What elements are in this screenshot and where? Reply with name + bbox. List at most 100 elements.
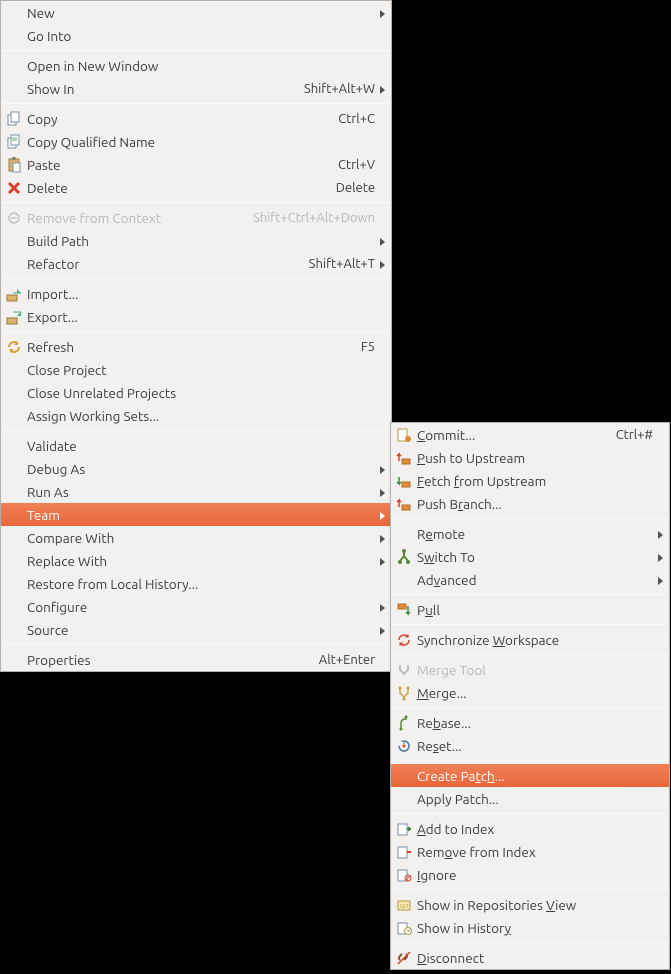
reset-icon [395,737,413,755]
menu-item-label: Add to Index [417,821,653,837]
menu-item-compare-with[interactable]: Compare With [1,526,391,549]
team-item-rebase[interactable]: Rebase... [391,711,669,734]
menu-item-assign-working-sets[interactable]: Assign Working Sets... [1,404,391,427]
team-item-ignore[interactable]: Ignore [391,863,669,886]
blank-icon [5,651,23,669]
submenu-arrow-icon [375,530,385,546]
menu-item-build-path[interactable]: Build Path [1,229,391,252]
menu-item-import[interactable]: Import... [1,282,391,305]
team-item-show-repo-view[interactable]: GITShow in Repositories View [391,893,669,916]
menu-item-open-new-window[interactable]: Open in New Window [1,54,391,77]
menu-item-configure[interactable]: Configure [1,595,391,618]
team-item-add-index[interactable]: Add to Index [391,817,669,840]
submenu-arrow-icon [375,599,385,615]
separator [392,624,668,625]
copy-icon [5,110,23,128]
menu-item-label: Show in History [417,920,653,936]
menu-item-replace-with[interactable]: Replace With [1,549,391,572]
menu-item-label: Push Branch... [417,496,653,512]
menu-item-label: Push to Upstream [417,450,653,466]
submenu-arrow-icon [653,549,663,565]
menu-item-paste[interactable]: PasteCtrl+V [1,153,391,176]
team-item-sync-workspace[interactable]: Synchronize Workspace [391,628,669,651]
submenu-arrow-icon [653,572,663,588]
menu-item-label: New [27,5,375,21]
menu-item-go-into[interactable]: Go Into [1,24,391,47]
menu-item-label: Source [27,622,375,638]
menu-item-label: Compare With [27,530,375,546]
menu-item-label: Disconnect [417,950,653,966]
menu-item-label: Create Patch... [417,768,653,784]
submenu-arrow-icon [375,5,385,21]
menu-item-label: Remote [417,526,653,542]
submenu-arrow-icon [375,484,385,500]
separator [392,654,668,655]
team-item-remove-index[interactable]: Remove from Index [391,840,669,863]
commit-icon [395,426,413,444]
blank-icon [395,525,413,543]
menu-item-refactor[interactable]: RefactorShift+Alt+T [1,252,391,275]
team-item-push-upstream[interactable]: Push to Upstream [391,446,669,469]
submenu-arrow-icon [653,526,663,542]
delete-icon [5,179,23,197]
separator [2,430,390,431]
accelerator: Delete [336,181,375,195]
menu-item-label: Pull [417,602,653,618]
menu-item-debug-as[interactable]: Debug As [1,457,391,480]
sync-icon [395,631,413,649]
separator [392,518,668,519]
separator [392,942,668,943]
menu-item-refresh[interactable]: RefreshF5 [1,335,391,358]
team-item-disconnect[interactable]: Disconnect [391,946,669,969]
remove-context-icon [5,209,23,227]
menu-item-restore-local[interactable]: Restore from Local History... [1,572,391,595]
menu-item-label: Merge... [417,685,653,701]
team-item-push-branch[interactable]: Push Branch... [391,492,669,515]
team-item-advanced[interactable]: Advanced [391,568,669,591]
blank-icon [5,529,23,547]
team-item-apply-patch[interactable]: Apply Patch... [391,787,669,810]
menu-item-delete[interactable]: Delete Delete [1,176,391,199]
team-item-show-history[interactable]: Show in History [391,916,669,939]
accelerator: Ctrl+# [616,428,653,442]
blank-icon [5,232,23,250]
menu-item-label: Delete [27,180,324,196]
menu-item-label: Close Project [27,362,375,378]
menu-item-show-in[interactable]: Show InShift+Alt+W [1,77,391,100]
menu-item-validate[interactable]: Validate [1,434,391,457]
menu-item-export[interactable]: Export... [1,305,391,328]
separator [2,50,390,51]
menu-item-close-unrelated[interactable]: Close Unrelated Projects [1,381,391,404]
team-item-fetch-upstream[interactable]: Fetch from Upstream [391,469,669,492]
team-item-reset[interactable]: Reset... [391,734,669,757]
submenu-arrow-icon [375,461,385,477]
menu-item-close-project[interactable]: Close Project [1,358,391,381]
menu-item-source[interactable]: Source [1,618,391,641]
accelerator: Shift+Alt+W [304,82,375,96]
team-item-merge[interactable]: Merge... [391,681,669,704]
ignore-icon [395,866,413,884]
menu-item-label: Synchronize Workspace [417,632,653,648]
menu-item-label: Team [27,507,375,523]
blank-icon [5,255,23,273]
menu-item-run-as[interactable]: Run As [1,480,391,503]
menu-item-label: Advanced [417,572,653,588]
blank-icon [395,790,413,808]
team-item-switch-to[interactable]: Switch To [391,545,669,568]
team-item-commit[interactable]: Commit...Ctrl+# [391,423,669,446]
push-icon [395,449,413,467]
blank-icon [5,407,23,425]
menu-item-label: Close Unrelated Projects [27,385,375,401]
separator [2,103,390,104]
menu-item-properties[interactable]: PropertiesAlt+Enter [1,648,391,671]
menu-item-copy[interactable]: CopyCtrl+C [1,107,391,130]
menu-item-label: Replace With [27,553,375,569]
blank-icon [395,571,413,589]
separator [2,331,390,332]
menu-item-copy-qualified[interactable]: Copy Qualified Name [1,130,391,153]
menu-item-new[interactable]: New [1,1,391,24]
team-item-pull[interactable]: Pull [391,598,669,621]
team-item-create-patch[interactable]: Create Patch... [391,764,669,787]
team-item-remote[interactable]: Remote [391,522,669,545]
menu-item-team[interactable]: Team [1,503,391,526]
